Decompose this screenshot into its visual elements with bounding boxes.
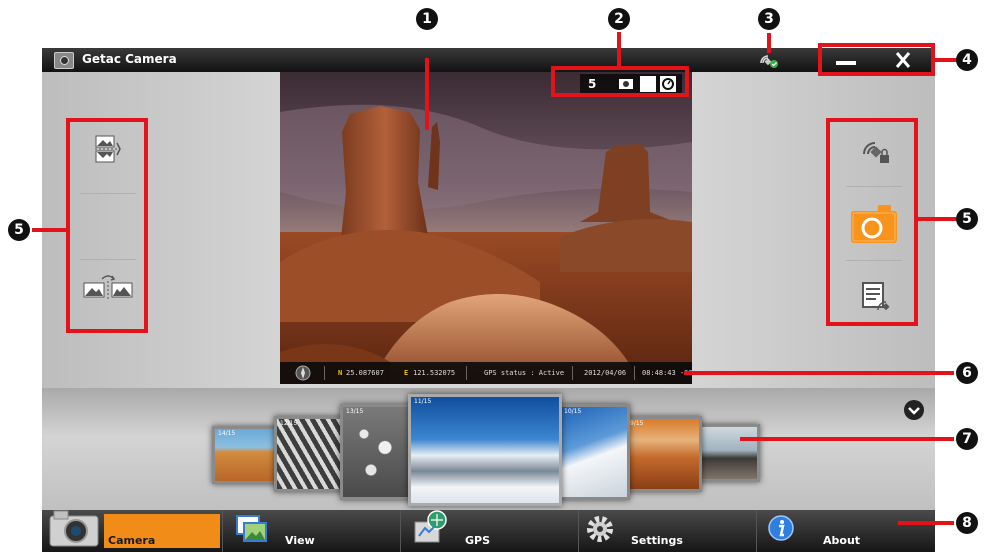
callout-number-1: 1 bbox=[416, 8, 438, 30]
thumbnail-filmstrip: 14/15 12/15 9/15 13/15 10/15 11/15 bbox=[42, 388, 935, 510]
tab-about[interactable]: About bbox=[756, 510, 935, 552]
thumbnail-item-selected[interactable]: 11/15 bbox=[408, 394, 562, 506]
thumbnail-index: 12/15 bbox=[280, 420, 298, 427]
gps-tab-icon bbox=[414, 510, 447, 543]
callout-box-left-toolbar bbox=[66, 118, 148, 333]
callout-number-5-left: 5 bbox=[8, 219, 30, 241]
chevron-down-icon bbox=[908, 407, 920, 415]
latitude-prefix: N bbox=[338, 369, 343, 377]
live-preview[interactable]: 5 bbox=[280, 72, 692, 384]
thumbnail-index: 13/15 bbox=[346, 408, 364, 415]
camera-tab-icon bbox=[49, 510, 99, 547]
tab-gps-label: GPS bbox=[465, 534, 491, 547]
callout-line-6 bbox=[684, 371, 954, 375]
callout-line-1 bbox=[425, 58, 429, 130]
callout-line-5-right bbox=[916, 217, 956, 221]
callout-number-3: 3 bbox=[758, 8, 780, 30]
callout-line-5-left bbox=[32, 228, 68, 232]
gear-icon bbox=[587, 516, 613, 542]
camera-window: Getac Camera 5 N 25.087607 E 121.532075 … bbox=[42, 48, 935, 552]
callout-number-6: 6 bbox=[956, 362, 978, 384]
info-icon bbox=[768, 515, 794, 541]
callout-number-2: 2 bbox=[608, 8, 630, 30]
longitude-value: 121.532075 bbox=[413, 369, 456, 377]
camera-stage: 5 N 25.087607 E 121.532075 GPS status : … bbox=[42, 72, 935, 388]
callout-box-window-controls bbox=[818, 43, 935, 76]
callout-line-2 bbox=[617, 32, 621, 68]
callout-line-8 bbox=[898, 521, 954, 525]
tab-settings[interactable]: Settings bbox=[578, 510, 756, 552]
gps-status-text: GPS status : Active bbox=[484, 369, 565, 377]
callout-line-7 bbox=[740, 437, 954, 441]
callout-box-right-toolbar bbox=[826, 118, 918, 326]
date-text: 2012/04/06 bbox=[584, 369, 627, 377]
thumbnail-index: 14/15 bbox=[218, 430, 236, 437]
app-logo-icon bbox=[54, 52, 74, 69]
latitude-value: 25.087607 bbox=[346, 369, 384, 377]
tab-gps[interactable]: GPS bbox=[400, 510, 578, 552]
thumbnail-index: 11/15 bbox=[414, 398, 432, 405]
preview-image bbox=[280, 72, 692, 384]
thumbnail-item[interactable]: 13/15 bbox=[340, 404, 416, 500]
tab-settings-label: Settings bbox=[631, 534, 683, 547]
callout-number-7: 7 bbox=[956, 428, 978, 450]
gps-info-bar: N 25.087607 E 121.532075 GPS status : Ac… bbox=[280, 362, 705, 384]
tab-view[interactable]: View bbox=[222, 510, 400, 552]
compass-icon bbox=[295, 365, 311, 381]
window-title: Getac Camera bbox=[82, 52, 177, 66]
callout-number-4: 4 bbox=[956, 49, 978, 71]
thumbnail-item[interactable]: 12/15 bbox=[274, 416, 350, 492]
tab-about-label: About bbox=[823, 534, 861, 547]
callout-number-8: 8 bbox=[956, 512, 978, 534]
gps-satellite-status-icon bbox=[758, 51, 780, 69]
thumbnail-item[interactable]: 9/15 bbox=[624, 416, 702, 492]
thumbnail-index: 10/15 bbox=[564, 408, 582, 415]
longitude-prefix: E bbox=[404, 369, 409, 377]
tab-camera-label: Camera bbox=[108, 534, 156, 547]
callout-number-5-right: 5 bbox=[956, 208, 978, 230]
callout-box-status-icons bbox=[551, 66, 689, 97]
title-bar: Getac Camera bbox=[42, 48, 935, 72]
tab-view-label: View bbox=[285, 534, 315, 547]
tab-camera[interactable]: Camera bbox=[42, 510, 222, 552]
bottom-navigation: Camera View GPS Settings About bbox=[42, 510, 935, 552]
thumbnail-item[interactable]: 10/15 bbox=[558, 404, 630, 500]
callout-line-3 bbox=[767, 33, 771, 53]
view-tab-icon bbox=[236, 515, 267, 542]
thumbnail-item[interactable]: 14/15 bbox=[212, 426, 282, 484]
collapse-filmstrip-button[interactable] bbox=[904, 400, 924, 420]
callout-line-4 bbox=[933, 58, 957, 62]
thumbnail-index: 9/15 bbox=[630, 420, 644, 427]
